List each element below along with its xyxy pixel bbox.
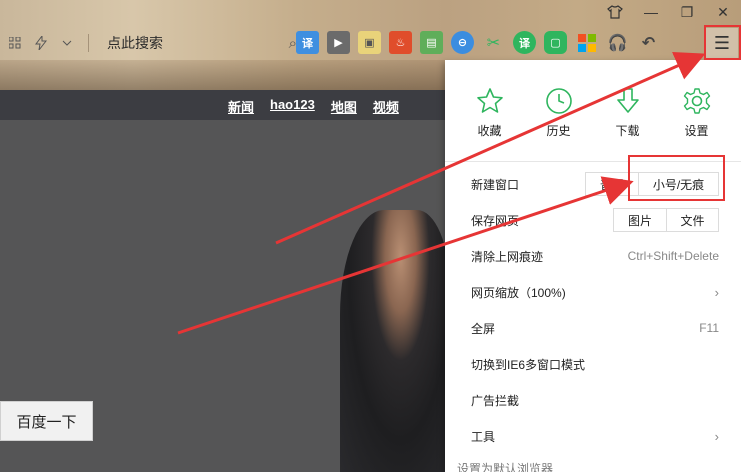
menu-quick-actions: 收藏 历史 下载 设置 [445, 60, 741, 162]
ie6-mode-label: 切换到IE6多窗口模式 [471, 357, 586, 372]
download-icon [616, 88, 639, 113]
menu-item-ie6-mode[interactable]: 切换到IE6多窗口模式 [445, 346, 741, 382]
history-button[interactable]: 历史 [529, 86, 589, 161]
zoom-label: 网页缩放（100%) [471, 285, 566, 300]
nav-link-video[interactable]: 视频 [373, 97, 399, 116]
clear-history-label: 清除上网痕迹 [471, 249, 544, 264]
favorites-label: 收藏 [477, 124, 502, 138]
search-text[interactable]: 点此搜索 [107, 33, 163, 53]
gear-icon [683, 88, 710, 114]
menu-item-adblock[interactable]: 广告拦截 [445, 382, 741, 418]
adblock-label: 广告拦截 [471, 393, 520, 408]
chevron-right-icon: › [714, 428, 719, 444]
nav-link-map[interactable]: 地图 [331, 97, 357, 116]
apps-grid-icon[interactable] [6, 34, 24, 52]
settings-button[interactable]: 设置 [667, 86, 727, 161]
headphones-icon[interactable]: 🎧 [606, 31, 629, 54]
video-ext-icon[interactable]: ▶ [327, 31, 350, 54]
fullscreen-label: 全屏 [471, 321, 496, 336]
close-button[interactable]: ✕ [705, 0, 741, 24]
scissors-icon[interactable]: ✂ [482, 31, 505, 54]
minimize-button[interactable]: — [633, 0, 669, 24]
favorites-button[interactable]: 收藏 [460, 86, 520, 161]
search-box[interactable]: 点此搜索 ⌕ [107, 33, 297, 53]
save-file-button[interactable]: 文件 [666, 209, 718, 231]
save-image-button[interactable]: 图片 [614, 209, 666, 231]
fullscreen-shortcut: F11 [699, 321, 719, 335]
restore-button[interactable]: ❐ [669, 0, 705, 24]
history-label: 历史 [546, 124, 571, 138]
nav-link-news[interactable]: 新闻 [228, 97, 254, 116]
menu-item-fullscreen[interactable]: 全屏 F11 [445, 310, 741, 346]
save-page-label: 保存网页 [471, 213, 520, 228]
menu-item-tools[interactable]: 工具 › [445, 418, 741, 454]
background-photo [340, 210, 450, 472]
set-default-label: 设置为默认浏览器 [457, 462, 554, 472]
menu-item-save-page: 保存网页 图片 文件 [445, 202, 741, 238]
chevron-right-icon: › [714, 284, 719, 300]
screenshot-ext-icon[interactable]: ▣ [358, 31, 381, 54]
chevron-down-icon[interactable] [58, 34, 76, 52]
menu-item-zoom[interactable]: 网页缩放（100%) › [445, 274, 741, 310]
chat-ext-icon[interactable]: ▢ [544, 31, 567, 54]
extension-bar: 译 ▶ ▣ ♨ ▤ ⊖ ✂ 译 ▢ 🎧 ↶ [296, 31, 660, 54]
shirt-icon[interactable] [597, 0, 633, 24]
browser-main-menu: 收藏 历史 下载 设置 新建窗口 普通 小号/无痕 保存网页 图片 文件 清除上… [445, 60, 741, 472]
menu-item-clear-history[interactable]: 清除上网痕迹 Ctrl+Shift+Delete [445, 238, 741, 274]
clear-history-shortcut: Ctrl+Shift+Delete [627, 249, 719, 263]
translate-ext-icon[interactable]: 译 [296, 31, 319, 54]
translate-green-icon[interactable]: 译 [513, 31, 536, 54]
menu-item-set-default[interactable]: 设置为默认浏览器 [445, 458, 741, 472]
tools-label: 工具 [471, 429, 496, 444]
image-ext-icon[interactable]: ▤ [420, 31, 443, 54]
windows-ext-icon[interactable] [575, 31, 598, 54]
clock-icon [545, 88, 572, 114]
downloads-label: 下载 [615, 124, 640, 138]
new-window-label: 新建窗口 [471, 177, 520, 192]
annotation-box-incognito [628, 155, 725, 201]
annotation-box-menu [704, 25, 741, 60]
settings-label: 设置 [684, 124, 709, 138]
lightning-icon[interactable] [32, 34, 50, 52]
flame-ext-icon[interactable]: ♨ [389, 31, 412, 54]
toolbar-divider [88, 34, 89, 52]
undo-icon[interactable]: ↶ [637, 31, 660, 54]
block-ext-icon[interactable]: ⊖ [451, 31, 474, 54]
star-icon [476, 88, 503, 113]
title-bar: — ❐ ✕ [597, 0, 741, 24]
downloads-button[interactable]: 下载 [598, 86, 658, 161]
nav-link-hao123[interactable]: hao123 [270, 97, 315, 116]
baidu-search-button[interactable]: 百度一下 [0, 401, 93, 441]
